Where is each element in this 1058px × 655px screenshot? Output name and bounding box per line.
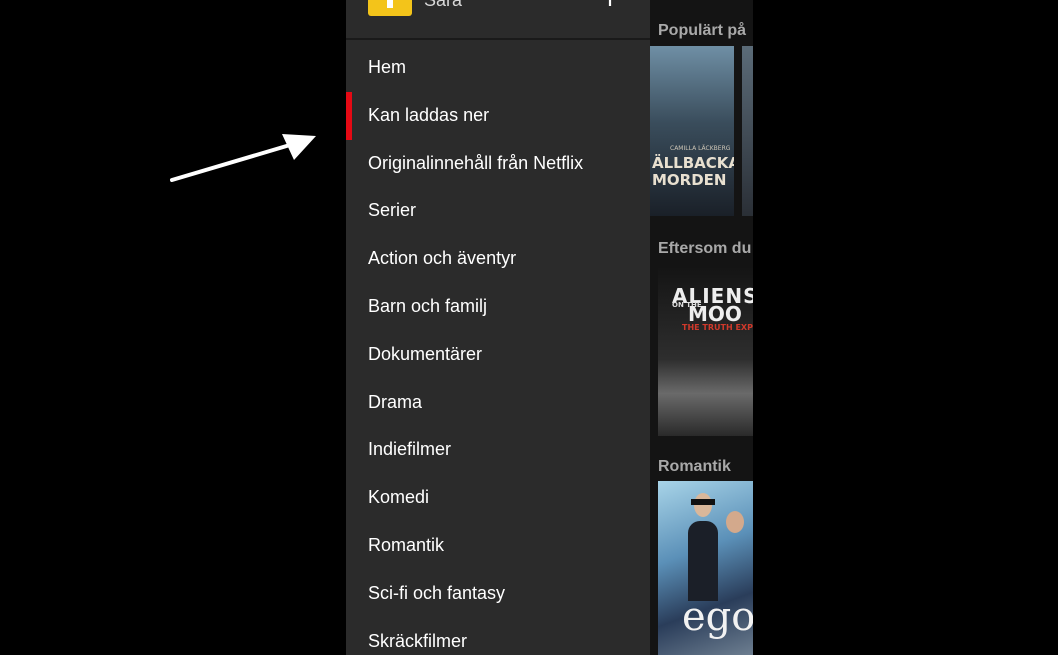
menu-item-sci-fi[interactable]: Sci-fi och fantasy: [346, 570, 650, 618]
profile-header[interactable]: Sara: [346, 0, 650, 40]
row-title: Romantik: [658, 458, 731, 475]
poster-ego[interactable]: ego: [658, 481, 753, 655]
content-area: Populärt på CAMILLA LÄCKBERG ÄLLBACKA MO…: [650, 0, 753, 655]
switch-profile-icon[interactable]: [608, 0, 630, 10]
poster-figure: [694, 493, 712, 517]
poster-subtitle: THE TRUTH EXPO: [682, 323, 753, 332]
navigation-drawer: Sara Hem Kan laddas ner Originalinnehåll…: [346, 0, 650, 655]
poster-figure: [726, 511, 744, 533]
menu-item-hem[interactable]: Hem: [346, 44, 650, 92]
poster-figure: [688, 521, 718, 601]
menu-item-originalinnehall[interactable]: Originalinnehåll från Netflix: [346, 140, 650, 188]
menu-item-drama[interactable]: Drama: [346, 379, 650, 427]
profile-avatar[interactable]: [368, 0, 412, 16]
menu-item-serier[interactable]: Serier: [346, 187, 650, 235]
menu-item-skrackfilmer[interactable]: Skräckfilmer: [346, 618, 650, 655]
row-title: Populärt på: [658, 22, 747, 39]
poster-figure: [691, 499, 715, 505]
poster-aliens-on-the-moon[interactable]: ALIENS ON THE MOO THE TRUTH EXPO: [658, 266, 753, 436]
poster-title-line1: ÄLLBACKA: [652, 154, 734, 172]
menu-list: Hem Kan laddas ner Originalinnehåll från…: [346, 44, 650, 655]
arrow-annotation-icon: [170, 134, 316, 182]
menu-item-indiefilmer[interactable]: Indiefilmer: [346, 426, 650, 474]
poster-title: ego: [682, 594, 753, 640]
menu-item-action[interactable]: Action och äventyr: [346, 235, 650, 283]
menu-item-kan-laddas-ner[interactable]: Kan laddas ner: [346, 91, 650, 140]
poster-fjallbacka[interactable]: CAMILLA LÄCKBERG ÄLLBACKA MORDEN: [650, 46, 734, 216]
menu-item-komedi[interactable]: Komedi: [346, 474, 650, 522]
row-title: Eftersom du: [658, 240, 752, 257]
screen: Populärt på CAMILLA LÄCKBERG ÄLLBACKA MO…: [0, 0, 1058, 655]
menu-item-romantik[interactable]: Romantik: [346, 522, 650, 570]
poster-title-line2: MOO: [688, 302, 742, 326]
poster-partial[interactable]: [742, 46, 753, 216]
menu-item-barn-och-familj[interactable]: Barn och familj: [346, 283, 650, 331]
profile-name[interactable]: Sara: [424, 0, 462, 11]
menu-item-dokumentarer[interactable]: Dokumentärer: [346, 331, 650, 379]
poster-author: CAMILLA LÄCKBERG: [670, 145, 731, 152]
poster-title-line2: MORDEN: [652, 171, 727, 189]
